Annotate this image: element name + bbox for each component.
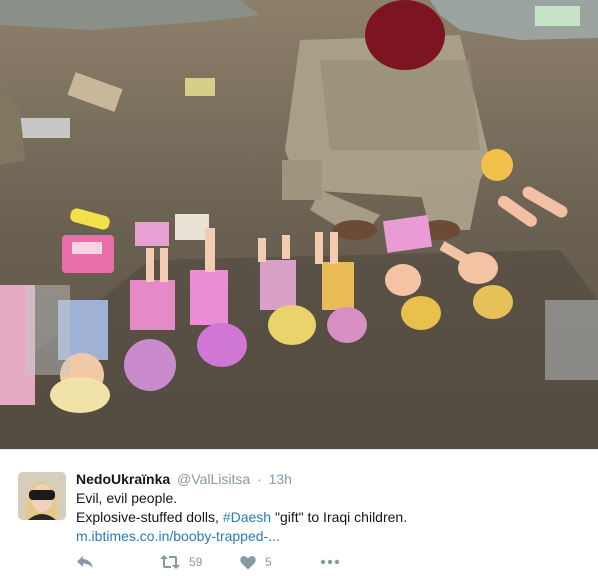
- photo-divider: [0, 449, 598, 450]
- tweet-text-prefix: Explosive-stuffed dolls,: [76, 509, 223, 525]
- display-name[interactable]: NedoUkraïnka: [76, 471, 170, 487]
- tweet-text-line-2: Explosive-stuffed dolls, #Daesh "gift" t…: [76, 508, 407, 527]
- article-link[interactable]: m.ibtimes.co.in/booby-trapped-...: [76, 528, 280, 544]
- like-count: 5: [265, 555, 272, 569]
- retweet-icon: [160, 555, 180, 569]
- tweet-photo[interactable]: [0, 0, 598, 449]
- tweet-actions: 59 5: [76, 552, 576, 572]
- avatar-image: [18, 472, 66, 520]
- more-dots-icon: [320, 559, 340, 565]
- tweet-text-line-1: Evil, evil people.: [76, 490, 178, 506]
- tweet-header: NedoUkraïnka @ValLisitsa · 13h: [76, 470, 292, 488]
- timestamp[interactable]: 13h: [269, 471, 292, 487]
- tweet-text: Evil, evil people. Explosive-stuffed dol…: [76, 489, 407, 546]
- retweet-count: 59: [189, 555, 203, 569]
- more-button[interactable]: [320, 552, 340, 572]
- heart-icon: [240, 555, 256, 569]
- reply-button[interactable]: [76, 552, 94, 572]
- separator-dot: ·: [257, 471, 262, 487]
- avatar[interactable]: [18, 472, 66, 520]
- tweet-photo-image: [0, 0, 598, 449]
- retweet-button[interactable]: 59: [160, 552, 202, 572]
- user-handle[interactable]: @ValLisitsa: [177, 471, 250, 487]
- tweet-text-line-3: m.ibtimes.co.in/booby-trapped-...: [76, 527, 407, 546]
- hashtag-link[interactable]: #Daesh: [223, 509, 271, 525]
- tweet-card: NedoUkraïnka @ValLisitsa · 13h Evil, evi…: [0, 0, 598, 576]
- reply-icon: [77, 556, 93, 568]
- tweet-text-suffix: "gift" to Iraqi children.: [271, 509, 408, 525]
- like-button[interactable]: 5: [240, 552, 272, 572]
